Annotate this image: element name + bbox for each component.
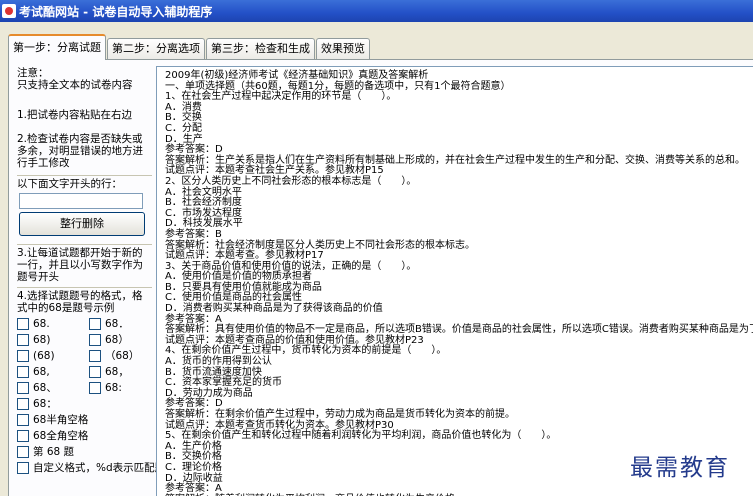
number-format-checkbox[interactable]: (68) — [17, 350, 89, 362]
filter-label: 以下面文字开头的行： — [17, 178, 122, 190]
text-line: 答案解析：在剩余价值产生过程中，劳动力成为商品是货币转化为资本的前提。 — [165, 409, 515, 420]
checkbox-box[interactable] — [17, 382, 29, 394]
checkbox-box[interactable] — [89, 334, 101, 346]
exam-text-lines: 2009年(初级)经济师考试《经济基础知识》真题及答案解析 一、单项选择题（共60… — [157, 67, 753, 496]
step4-text: 4.选择试题题号的格式，格式中的68是题号示例 — [17, 290, 143, 314]
checkbox-box[interactable] — [17, 350, 29, 362]
line-prefix-input[interactable] — [19, 193, 143, 209]
checkbox-box[interactable] — [17, 366, 29, 378]
text-line: B．社会经济制度 — [165, 197, 242, 209]
checkbox-box[interactable] — [17, 462, 29, 474]
number-format-checkbox[interactable]: 68） — [89, 334, 149, 346]
text-line: B．交换 — [165, 112, 202, 124]
text-line: A．社会文明水平 — [165, 186, 242, 198]
checkbox-box[interactable] — [89, 350, 101, 362]
checkbox-box[interactable] — [17, 446, 29, 458]
text-line: D．科技发展水平 — [165, 218, 243, 230]
text-line: D．消费者购买某种商品是为了获得该商品的价值 — [165, 303, 383, 315]
checkbox-label: 68) — [33, 334, 51, 346]
checkbox-box[interactable] — [89, 318, 101, 330]
tab-preview[interactable]: 效果预览 — [316, 38, 370, 59]
tab-bar: 第一步：分离试题 第二步：分离选项 第三步：检查和生成 效果预览 — [8, 33, 371, 60]
number-format-checkbox[interactable]: 68, — [17, 366, 89, 378]
window-title: 考试酷网站 - 试卷自动导入辅助程序 — [19, 4, 213, 19]
instructions-panel: 注意： 只支持全文本的试卷内容 1.把试卷内容粘贴在右边 2.检查试卷内容是否缺… — [17, 67, 234, 474]
checkbox-box[interactable] — [17, 398, 29, 410]
checkbox-label: 68: — [105, 382, 122, 394]
step1-text: 1.把试卷内容粘贴在右边 — [17, 109, 133, 121]
note-text: 只支持全文本的试卷内容 — [17, 79, 133, 91]
number-format-checkbox[interactable]: 68． — [89, 318, 149, 330]
checkbox-label: 68、 — [33, 382, 57, 394]
delete-lines-button[interactable]: 整行删除 — [19, 212, 145, 236]
number-format-checkbox[interactable]: 68半角空格 — [17, 414, 152, 426]
number-format-checkbox[interactable]: 68、 — [17, 382, 89, 394]
number-format-checkbox[interactable]: （68） — [89, 350, 149, 362]
checkbox-label: 68. — [33, 318, 50, 330]
checkbox-label: 68） — [105, 334, 129, 346]
note-title: 注意： — [17, 67, 49, 79]
number-format-checkbox[interactable]: 68： — [17, 398, 152, 410]
checkbox-label: 68． — [105, 318, 129, 330]
title-bar: 考试酷网站 - 试卷自动导入辅助程序 — [0, 0, 753, 22]
number-format-options: 68. 68． 68) 68） (68) （68） 68, 68， 68、 68: — [17, 318, 152, 394]
checkbox-label: (68) — [33, 350, 55, 362]
checkbox-label: 68： — [33, 398, 57, 410]
tab-separate-questions[interactable]: 第一步：分离试题 — [8, 34, 106, 60]
checkbox-label: 68全角空格 — [33, 430, 89, 442]
checkbox-label: （68） — [105, 350, 140, 362]
exam-text-area[interactable]: 2009年(初级)经济师考试《经济基础知识》真题及答案解析 一、单项选择题（共60… — [156, 66, 753, 496]
checkbox-box[interactable] — [17, 334, 29, 346]
step3-text: 3.让每道试题都开始于新的一行，并且以小写数字作为题号开头 — [17, 247, 143, 283]
app-icon — [2, 4, 16, 18]
checkbox-box[interactable] — [89, 382, 101, 394]
step2-text: 2.检查试卷内容是否缺失或多余，对明显错误的地方进行手工修改 — [17, 133, 143, 169]
checkbox-box[interactable] — [17, 414, 29, 426]
checkbox-box[interactable] — [17, 318, 29, 330]
checkbox-label: 68半角空格 — [33, 414, 89, 426]
number-format-checkbox[interactable]: 68: — [89, 382, 149, 394]
tab-check-generate[interactable]: 第三步：检查和生成 — [206, 38, 315, 59]
text-line: D．生产 — [165, 133, 203, 145]
number-format-checkbox[interactable]: 68， — [89, 366, 149, 378]
number-format-checkbox[interactable]: 68. — [17, 318, 89, 330]
text-line: 2、区分人类历史上不同社会形态的根本标志是（ ）。 — [165, 175, 417, 187]
checkbox-label: 68, — [33, 366, 50, 378]
number-format-checkbox[interactable]: 68) — [17, 334, 89, 346]
text-line: 2009年(初级)经济师考试《经济基础知识》真题及答案解析 — [165, 70, 429, 81]
text-line: 5、在剩余价值产生和转化过程中随着利润转化为平均利润，商品价值也转化为（ ）。 — [165, 430, 557, 442]
tab-separate-options[interactable]: 第二步：分离选项 — [107, 38, 205, 59]
text-line: C．分配 — [165, 122, 202, 134]
watermark-text: 最需教育 — [630, 455, 730, 481]
number-format-checkbox[interactable]: 自定义格式，%d表示匹配题号，例如：%d — [17, 462, 234, 474]
checkbox-label: 68， — [105, 366, 129, 378]
checkbox-box[interactable] — [17, 430, 29, 442]
number-format-options-extra: 68： 68半角空格 68全角空格第 68 题自定义格式，%d表示匹配题号，例如：%… — [17, 398, 234, 474]
number-format-checkbox[interactable]: 68全角空格 — [17, 430, 152, 442]
text-line: C．市场发达程度 — [165, 207, 242, 219]
checkbox-label: 第 68 题 — [33, 446, 75, 458]
checkbox-box[interactable] — [89, 366, 101, 378]
number-format-checkbox[interactable]: 第 68 题 — [17, 446, 152, 458]
text-line: D．劳动力成为商品 — [165, 387, 253, 399]
text-line: 参考答案：B — [165, 228, 222, 240]
text-line: A．消费 — [165, 101, 202, 113]
text-line: 1、在社会生产过程中起决定作用的环节是（ ）。 — [165, 91, 397, 103]
